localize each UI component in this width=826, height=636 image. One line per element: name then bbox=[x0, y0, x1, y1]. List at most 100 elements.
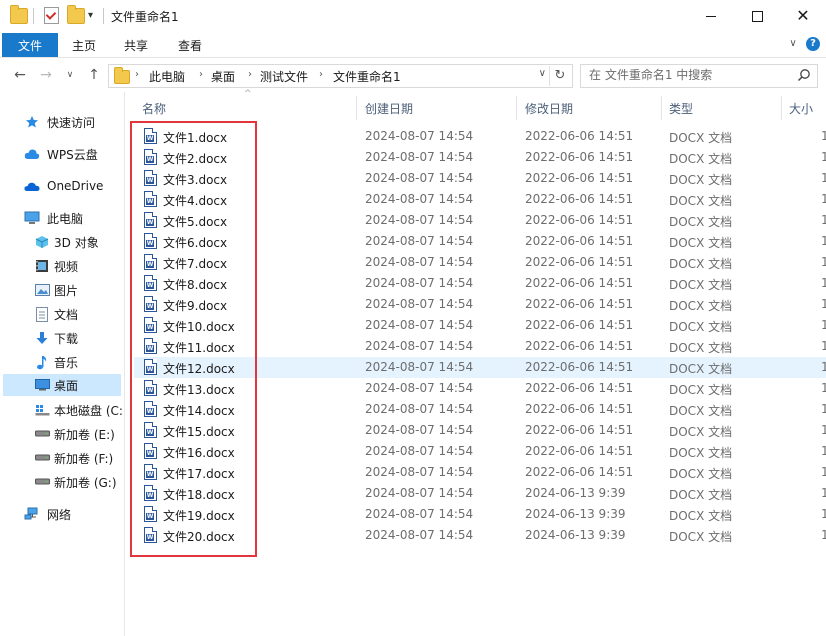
tab-home[interactable]: 主页 bbox=[72, 33, 96, 57]
maximize-button[interactable] bbox=[734, 0, 780, 32]
file-name: 文件3.docx bbox=[163, 173, 228, 187]
breadcrumb-desktop[interactable]: 桌面 bbox=[211, 68, 235, 85]
word-document-icon: W bbox=[144, 464, 157, 480]
column-header-type[interactable]: 类型 bbox=[669, 96, 693, 120]
address-dropdown-icon[interactable]: ∨ bbox=[539, 68, 546, 79]
file-row[interactable]: W 文件9.docx 2024-08-07 14:54 2022-06-06 14:5… bbox=[134, 294, 826, 315]
file-modified-date: 2022-06-06 14:51 bbox=[525, 234, 634, 248]
file-row[interactable]: W 文件20.docx 2024-08-07 14:54 2024-06-13 9:3… bbox=[134, 525, 826, 546]
refresh-icon[interactable]: ↻ bbox=[549, 66, 570, 86]
nav-3d-objects[interactable]: 3D 对象 bbox=[0, 231, 124, 253]
properties-check-icon[interactable] bbox=[44, 7, 59, 24]
nav-quick-access[interactable]: 快速访问 bbox=[0, 111, 124, 133]
column-divider[interactable] bbox=[781, 96, 782, 120]
nav-drive-e[interactable]: 新加卷 (E:) bbox=[0, 423, 124, 445]
file-row[interactable]: W 文件4.docx 2024-08-07 14:54 2022-06-06 14:5… bbox=[134, 189, 826, 210]
file-size: 1 bbox=[821, 129, 826, 143]
nav-network[interactable]: 网络 bbox=[0, 503, 124, 525]
column-divider[interactable] bbox=[661, 96, 662, 120]
file-row[interactable]: W 文件18.docx 2024-08-07 14:54 2024-06-13 9:3… bbox=[134, 483, 826, 504]
column-header-name[interactable]: 名称 bbox=[142, 96, 166, 120]
column-divider[interactable] bbox=[516, 96, 517, 120]
search-input[interactable] bbox=[589, 67, 789, 83]
nav-drive-g[interactable]: 新加卷 (G:) bbox=[0, 471, 124, 493]
nav-pictures[interactable]: 图片 bbox=[0, 279, 124, 301]
forward-button[interactable]: → bbox=[36, 66, 56, 84]
file-modified-date: 2022-06-06 14:51 bbox=[525, 192, 634, 206]
quick-access-dropdown[interactable]: ▾ bbox=[88, 10, 98, 22]
tab-share[interactable]: 共享 bbox=[124, 33, 148, 57]
network-icon bbox=[24, 506, 40, 522]
minimize-icon bbox=[706, 15, 716, 17]
file-row[interactable]: W 文件16.docx 2024-08-07 14:54 2022-06-06 14:… bbox=[134, 441, 826, 462]
file-row[interactable]: W 文件12.docx 2024-08-07 14:54 2022-06-06 14:… bbox=[134, 357, 826, 378]
nav-onedrive[interactable]: OneDrive bbox=[0, 175, 124, 197]
file-modified-date: 2022-06-06 14:51 bbox=[525, 465, 634, 479]
file-row[interactable]: W 文件7.docx 2024-08-07 14:54 2022-06-06 14:5… bbox=[134, 252, 826, 273]
column-header-modified[interactable]: 修改日期 bbox=[525, 96, 573, 120]
nav-drive-c[interactable]: 本地磁盘 (C: bbox=[0, 399, 124, 421]
help-icon[interactable]: ? bbox=[806, 37, 820, 51]
expand-ribbon-chevron-icon[interactable]: ∨ bbox=[786, 37, 800, 51]
nav-this-pc[interactable]: 此电脑 bbox=[0, 207, 124, 229]
file-size: 1 bbox=[821, 297, 826, 311]
music-icon bbox=[34, 354, 50, 370]
file-type: DOCX 文档 bbox=[669, 404, 733, 418]
file-row[interactable]: W 文件15.docx 2024-08-07 14:54 2022-06-06 14:… bbox=[134, 420, 826, 441]
breadcrumb-current-folder[interactable]: 文件重命名1 bbox=[333, 68, 401, 85]
file-row[interactable]: W 文件17.docx 2024-08-07 14:54 2022-06-06 14:… bbox=[134, 462, 826, 483]
nav-downloads[interactable]: 下载 bbox=[0, 327, 124, 349]
breadcrumb-separator[interactable]: › bbox=[319, 69, 323, 80]
file-row[interactable]: W 文件3.docx 2024-08-07 14:54 2022-06-06 14:5… bbox=[134, 168, 826, 189]
column-divider[interactable] bbox=[356, 96, 357, 120]
file-row[interactable]: W 文件1.docx 2024-08-07 14:54 2022-06-06 14:5… bbox=[134, 126, 826, 147]
file-type: DOCX 文档 bbox=[669, 446, 733, 460]
file-row[interactable]: W 文件2.docx 2024-08-07 14:54 2022-06-06 14:5… bbox=[134, 147, 826, 168]
nav-desktop[interactable]: 桌面 bbox=[3, 374, 121, 396]
minimize-button[interactable] bbox=[688, 0, 734, 32]
file-row[interactable]: W 文件11.docx 2024-08-07 14:54 2022-06-06 14:… bbox=[134, 336, 826, 357]
back-button[interactable]: ← bbox=[10, 66, 30, 84]
recent-locations-button[interactable]: ∨ bbox=[60, 66, 80, 84]
file-type: DOCX 文档 bbox=[669, 425, 733, 439]
breadcrumb-separator[interactable]: › bbox=[199, 69, 203, 80]
search-icon[interactable] bbox=[797, 68, 811, 82]
breadcrumb-separator[interactable]: › bbox=[135, 69, 139, 80]
word-document-icon: W bbox=[144, 149, 157, 165]
file-name: 文件16.docx bbox=[163, 446, 235, 460]
new-folder-icon[interactable] bbox=[67, 5, 85, 24]
nav-videos[interactable]: 视频 bbox=[0, 255, 124, 277]
file-row[interactable]: W 文件10.docx 2024-08-07 14:54 2022-06-06 14:… bbox=[134, 315, 826, 336]
file-row[interactable]: W 文件5.docx 2024-08-07 14:54 2022-06-06 14:5… bbox=[134, 210, 826, 231]
up-button[interactable]: ↑ bbox=[84, 66, 104, 84]
file-created-date: 2024-08-07 14:54 bbox=[365, 339, 474, 353]
address-bar[interactable]: › 此电脑 › 桌面 › 测试文件 › 文件重命名1 ∨ ↻ bbox=[108, 64, 573, 88]
file-row[interactable]: W 文件14.docx 2024-08-07 14:54 2022-06-06 14:… bbox=[134, 399, 826, 420]
nav-wps-cloud[interactable]: WPS云盘 bbox=[0, 143, 124, 165]
file-row[interactable]: W 文件19.docx 2024-08-07 14:54 2024-06-13 9:3… bbox=[134, 504, 826, 525]
column-header-size[interactable]: 大小 bbox=[789, 96, 813, 120]
nav-drive-f[interactable]: 新加卷 (F:) bbox=[0, 447, 124, 469]
breadcrumb-this-pc[interactable]: 此电脑 bbox=[149, 68, 185, 85]
nav-music[interactable]: 音乐 bbox=[0, 351, 124, 373]
file-created-date: 2024-08-07 14:54 bbox=[365, 507, 474, 521]
word-document-icon: W bbox=[144, 506, 157, 522]
file-row[interactable]: W 文件8.docx 2024-08-07 14:54 2022-06-06 14:5… bbox=[134, 273, 826, 294]
breadcrumb-separator[interactable]: › bbox=[248, 69, 252, 80]
search-box[interactable] bbox=[580, 64, 818, 88]
tab-file[interactable]: 文件 bbox=[2, 33, 58, 57]
file-name: 文件11.docx bbox=[163, 341, 235, 355]
file-modified-date: 2022-06-06 14:51 bbox=[525, 171, 634, 185]
file-row[interactable]: W 文件13.docx 2024-08-07 14:54 2022-06-06 14:… bbox=[134, 378, 826, 399]
column-header-created[interactable]: 创建日期 bbox=[365, 96, 413, 120]
nav-documents[interactable]: 文档 bbox=[0, 303, 124, 325]
file-size: 1 bbox=[821, 255, 826, 269]
close-button[interactable]: ✕ bbox=[780, 0, 826, 32]
folder-icon bbox=[114, 67, 130, 84]
file-row[interactable]: W 文件6.docx 2024-08-07 14:54 2022-06-06 14:5… bbox=[134, 231, 826, 252]
file-size: 1 bbox=[821, 381, 826, 395]
drive-icon bbox=[34, 474, 50, 490]
breadcrumb-test-files[interactable]: 测试文件 bbox=[260, 68, 308, 85]
nav-item-label: 图片 bbox=[54, 283, 79, 298]
tab-view[interactable]: 查看 bbox=[178, 33, 202, 57]
